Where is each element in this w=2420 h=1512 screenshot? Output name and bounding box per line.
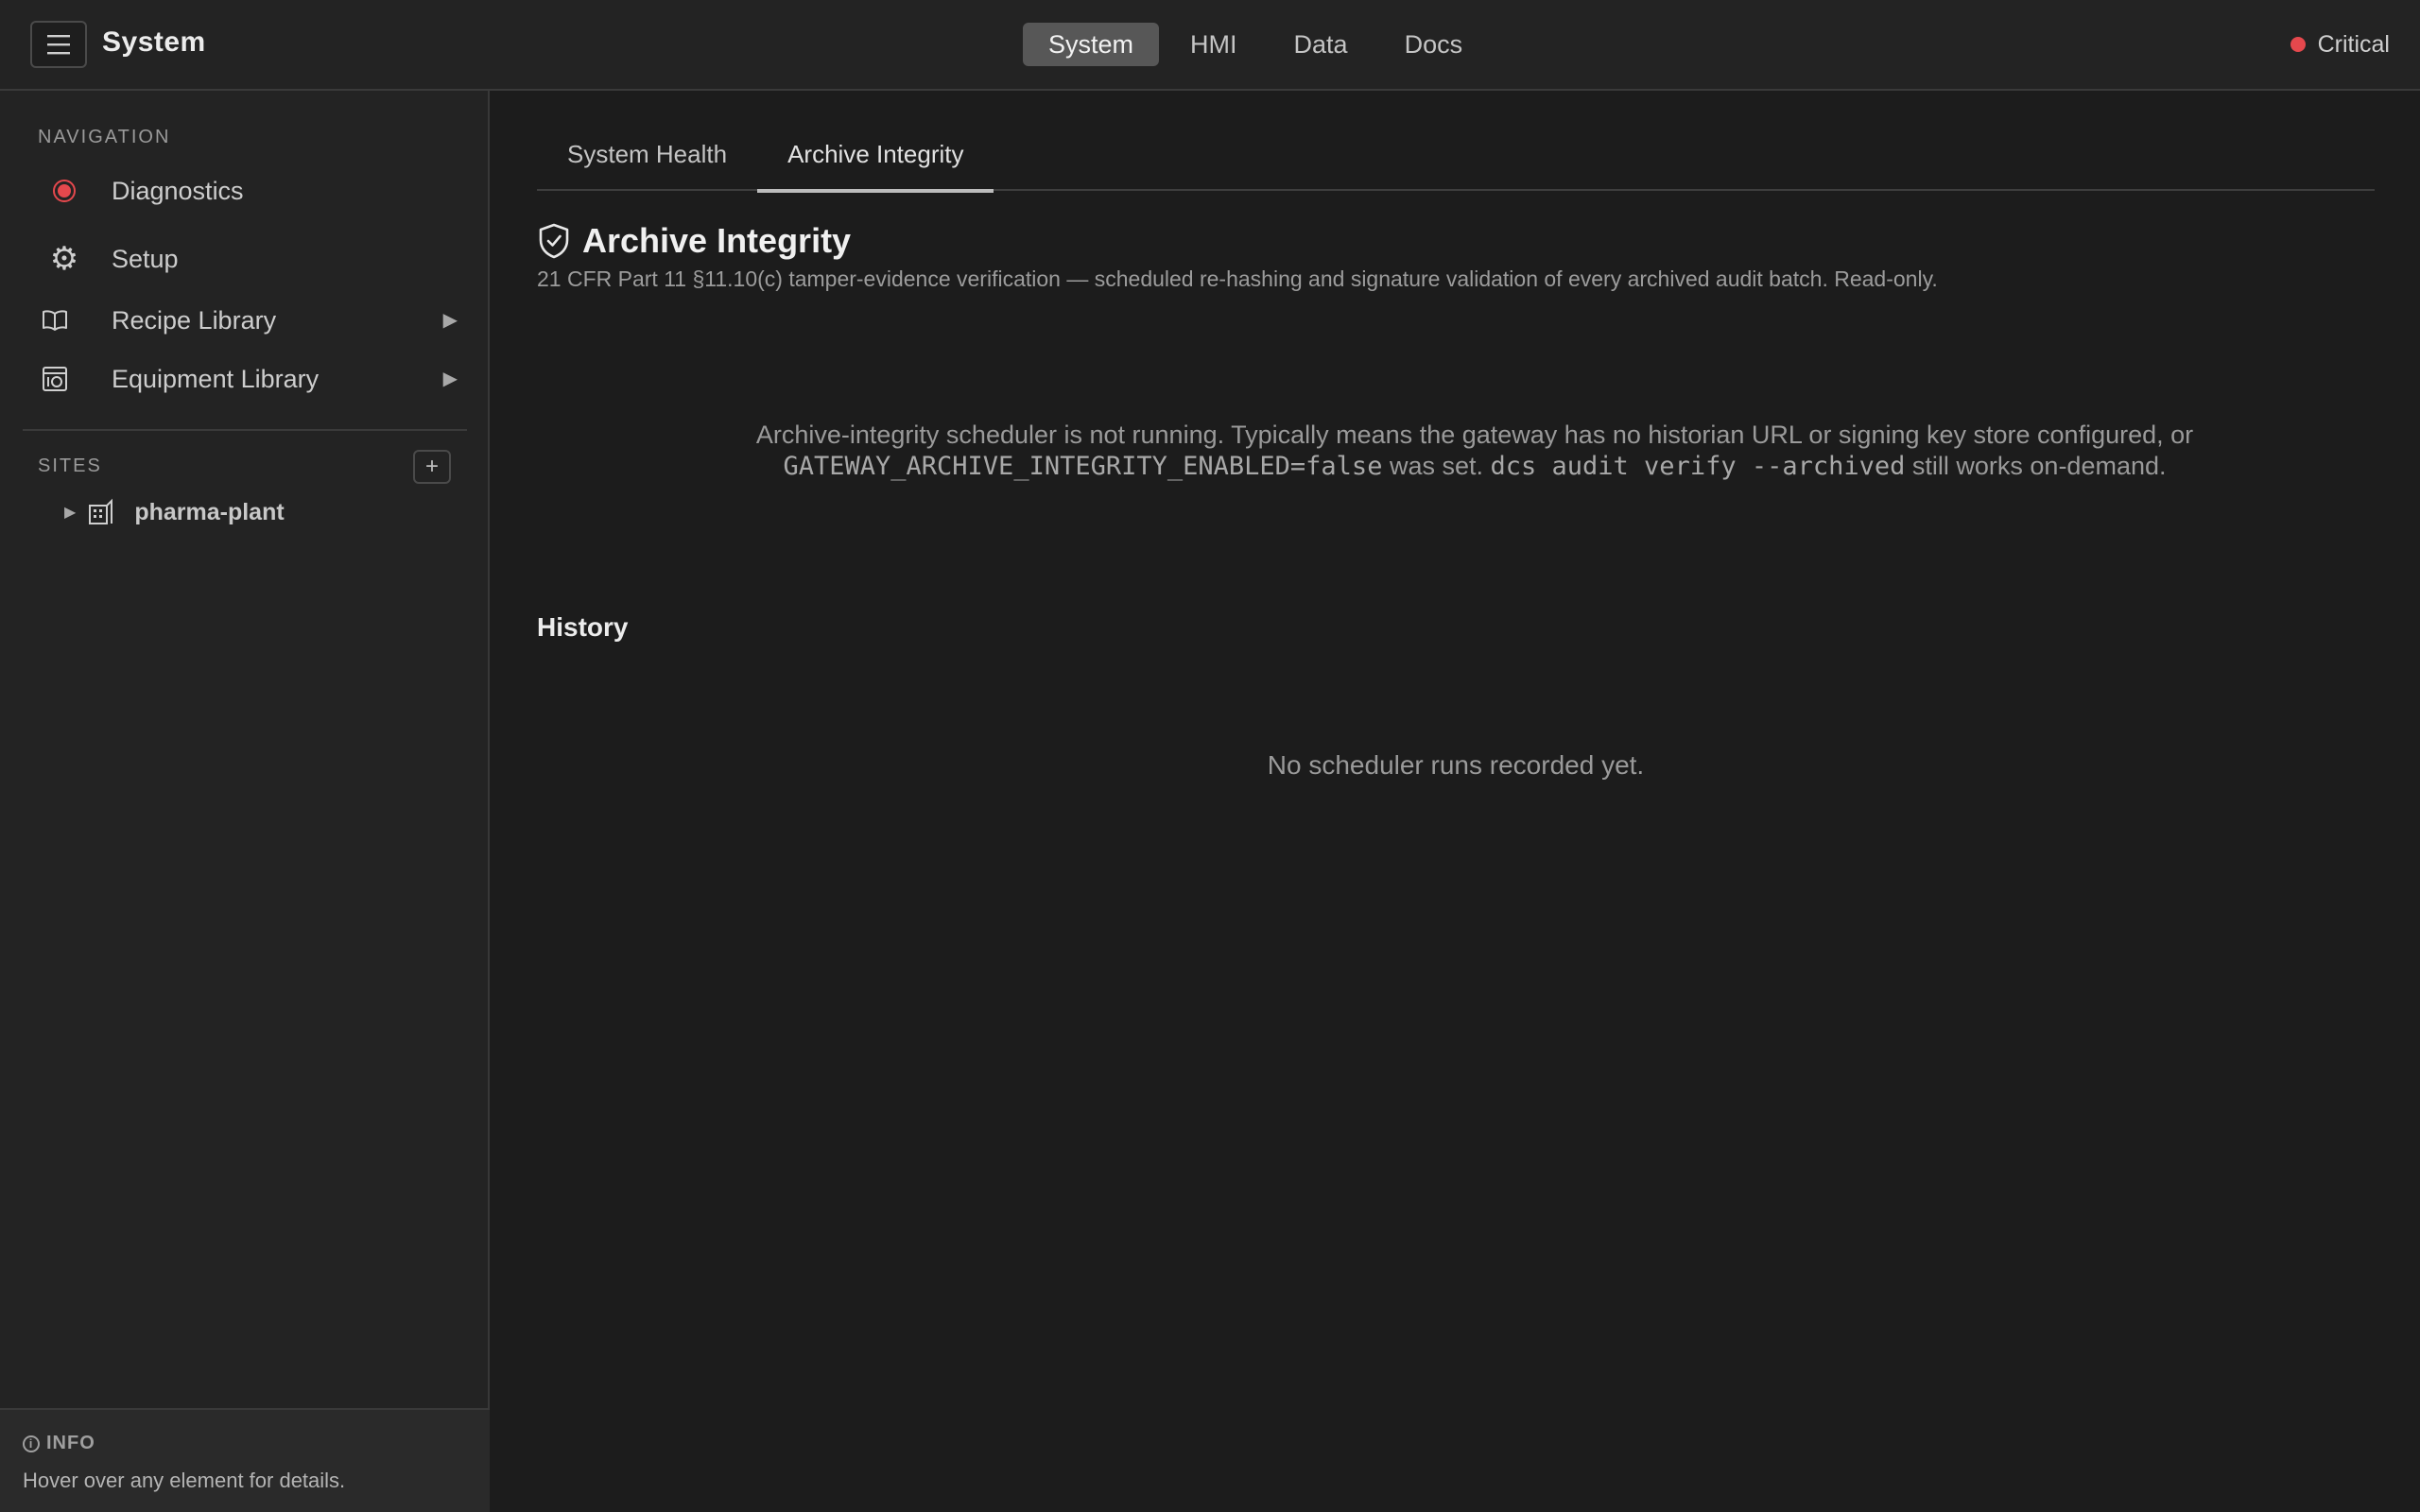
sidebar-item-label: Equipment Library: [112, 364, 320, 393]
history-heading: History: [537, 612, 629, 642]
notice-text: was set.: [1382, 452, 1491, 480]
sidebar-item-label: Diagnostics: [112, 176, 244, 205]
info-icon: i: [23, 1435, 40, 1452]
sidebar-item-label: Recipe Library: [112, 305, 277, 335]
site-item-pharma-plant[interactable]: ▶ pharma-plant: [64, 495, 285, 529]
gear-icon: ⚙: [49, 241, 79, 277]
nav-tab-system[interactable]: System: [1023, 23, 1160, 66]
book-icon: [26, 294, 83, 347]
scheduler-notice: Archive-integrity scheduler is not runni…: [681, 420, 2269, 482]
diagnostics-record-icon: [36, 164, 93, 217]
expand-arrow-icon[interactable]: ▶: [443, 352, 458, 405]
page-title: Archive Integrity: [582, 221, 852, 260]
tab-system-health[interactable]: System Health: [537, 129, 757, 191]
info-title: INFO: [46, 1433, 95, 1453]
page-heading: Archive Integrity: [537, 221, 851, 261]
sidebar-item-setup[interactable]: ⚙ Setup: [23, 232, 467, 285]
history-empty-message: No scheduler runs recorded yet.: [1267, 750, 1645, 780]
content-tabs: System Health Archive Integrity: [537, 129, 2375, 193]
info-text: Hover over any element for details.: [23, 1469, 346, 1492]
notice-text: Archive-integrity scheduler is not runni…: [755, 421, 2194, 449]
add-site-button[interactable]: +: [413, 450, 451, 484]
shield-check-icon: [539, 223, 569, 259]
sidebar: Navigation Diagnostics ⚙ Setup Recipe Li…: [0, 91, 490, 1512]
notice-command: dcs audit verify --archived: [1490, 452, 1906, 481]
sidebar-item-equipment-library[interactable]: Equipment Library ▶: [23, 352, 467, 405]
status-dot-icon: [2290, 37, 2306, 52]
equipment-icon: [26, 352, 83, 405]
menu-button[interactable]: [30, 21, 87, 68]
app-title: System: [102, 26, 206, 58]
sidebar-item-diagnostics[interactable]: Diagnostics: [23, 164, 467, 217]
site-label: pharma-plant: [134, 498, 285, 525]
system-status[interactable]: Critical: [2290, 28, 2390, 60]
sidebar-item-recipe-library[interactable]: Recipe Library ▶: [23, 294, 467, 347]
navigation-section-label: Navigation: [38, 127, 171, 147]
page-subtitle: 21 CFR Part 11 §11.10(c) tamper-evidence…: [537, 266, 1938, 291]
nav-tab-docs[interactable]: Docs: [1379, 23, 1489, 66]
notice-text: still works on-demand.: [1905, 452, 2167, 480]
hamburger-icon: [47, 35, 70, 55]
tab-archive-integrity[interactable]: Archive Integrity: [757, 129, 994, 193]
notice-env-var: GATEWAY_ARCHIVE_INTEGRITY_ENABLED=false: [783, 452, 1383, 481]
info-header: i INFO: [23, 1433, 95, 1454]
nav-tab-data[interactable]: Data: [1269, 23, 1374, 66]
expand-arrow-icon[interactable]: ▶: [64, 503, 76, 522]
main-content: System Health Archive Integrity Archive …: [492, 91, 2420, 1512]
building-icon: [87, 498, 115, 526]
sidebar-item-label: Setup: [112, 244, 179, 273]
sidebar-divider: [23, 429, 467, 431]
top-navigation: System HMI Data Docs: [1023, 23, 1494, 66]
nav-tab-hmi[interactable]: HMI: [1165, 23, 1263, 66]
top-bar: System System HMI Data Docs Critical: [0, 0, 2420, 91]
status-label: Critical: [2317, 30, 2390, 58]
expand-arrow-icon[interactable]: ▶: [443, 294, 458, 347]
info-panel: i INFO Hover over any element for detail…: [0, 1408, 490, 1512]
sites-section-label: Sites: [38, 455, 102, 476]
